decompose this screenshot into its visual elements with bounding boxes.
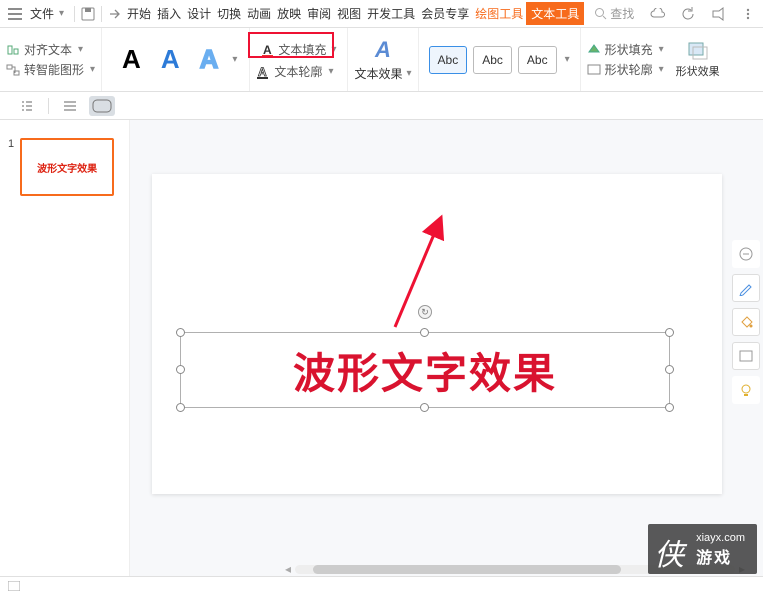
convert-smart-button[interactable]: 转智能图形 ▾ <box>6 61 95 78</box>
watermark-sub: 游戏 <box>696 544 745 568</box>
resize-handle-br[interactable] <box>665 403 674 412</box>
tab-dev[interactable]: 开发工具 <box>364 2 418 25</box>
list-view-icon[interactable] <box>57 96 83 116</box>
zoom-out-button[interactable] <box>732 240 760 268</box>
cloud-icon[interactable] <box>649 5 667 23</box>
tab-draw-tools[interactable]: 绘图工具 <box>472 2 526 25</box>
text-effect-button[interactable]: A 文本效果 ▾ <box>354 37 411 82</box>
text-effect-icon: A <box>375 37 391 63</box>
file-menu-label: 文件 <box>30 5 54 22</box>
shape-effect-button[interactable]: 形状效果 <box>676 41 720 79</box>
text-outline-button[interactable]: A 文本轮廓 ▾ <box>256 63 341 80</box>
resize-handle-tr[interactable] <box>665 328 674 337</box>
tab-slideshow[interactable]: 放映 <box>274 2 304 25</box>
status-icon <box>8 581 20 591</box>
slide[interactable]: 波形文字效果 ↻ <box>152 174 722 494</box>
resize-handle-mt[interactable] <box>420 328 429 337</box>
chevron-down-icon: ▾ <box>406 68 411 79</box>
search-placeholder: 查找 <box>610 5 634 22</box>
file-menu[interactable]: 文件 ▾ <box>24 3 70 24</box>
forward-icon[interactable] <box>106 5 124 23</box>
save-icon[interactable] <box>79 5 97 23</box>
chevron-down-icon: ▾ <box>659 44 664 55</box>
wordart-style-3[interactable]: A <box>192 40 227 79</box>
tab-insert[interactable]: 插入 <box>154 2 184 25</box>
shape-outline-button[interactable]: 形状轮廓 ▾ <box>587 61 664 78</box>
menu-icon[interactable] <box>6 5 24 23</box>
text-outline-label: 文本轮廓 <box>274 63 322 80</box>
shape-effect-icon <box>687 41 709 61</box>
slide-thumbnail-1[interactable]: 波形文字效果 <box>20 138 114 196</box>
wordart-text: 波形文字效果 <box>293 340 557 401</box>
separator <box>74 6 75 22</box>
tab-member[interactable]: 会员专享 <box>418 2 472 25</box>
align-text-button[interactable]: 对齐文本 ▾ <box>6 41 95 58</box>
tab-transition[interactable]: 切换 <box>214 2 244 25</box>
shape-style-3[interactable]: Abc <box>518 46 557 74</box>
shape-styles-more-icon[interactable]: ▾ <box>565 54 570 65</box>
shape-style-2[interactable]: Abc <box>473 46 512 74</box>
scroll-left-icon[interactable]: ◂ <box>285 562 291 576</box>
search-box[interactable]: 查找 <box>594 5 634 22</box>
resize-handle-mb[interactable] <box>420 403 429 412</box>
svg-text:A: A <box>258 65 267 79</box>
status-bar <box>0 576 763 594</box>
tab-view[interactable]: 视图 <box>334 2 364 25</box>
watermark: 侠 xiayx.com 游戏 <box>648 524 757 574</box>
chevron-down-icon: ▾ <box>90 64 95 75</box>
wordart-style-1[interactable]: A <box>114 40 149 79</box>
idea-button[interactable] <box>732 376 760 404</box>
more-icon[interactable] <box>739 5 757 23</box>
text-fill-label: 文本填充 <box>278 41 326 58</box>
pen-tool-button[interactable] <box>732 274 760 302</box>
convert-smart-label: 转智能图形 <box>24 61 84 78</box>
tab-start[interactable]: 开始 <box>124 2 154 25</box>
align-text-label: 对齐文本 <box>24 41 72 58</box>
shape-fill-button[interactable]: 形状填充 ▾ <box>587 41 664 58</box>
text-box[interactable]: 波形文字效果 ↻ <box>180 332 670 408</box>
watermark-domain: xiayx.com <box>696 532 745 544</box>
resize-handle-tl[interactable] <box>176 328 185 337</box>
text-fill-button[interactable]: A 文本填充 ▾ <box>256 39 341 60</box>
shape-fill-label: 形状填充 <box>605 41 653 58</box>
chevron-down-icon: ▾ <box>331 44 336 55</box>
chevron-down-icon: ▾ <box>59 8 64 19</box>
separator <box>48 98 49 114</box>
chevron-down-icon: ▾ <box>78 44 83 55</box>
styles-more-icon[interactable]: ▾ <box>232 54 237 65</box>
watermark-char: 侠 <box>654 530 684 574</box>
tab-animation[interactable]: 动画 <box>244 2 274 25</box>
slide-number: 1 <box>8 138 14 150</box>
refresh-icon[interactable] <box>679 5 697 23</box>
resize-handle-ml[interactable] <box>176 365 185 374</box>
shape-style-1[interactable]: Abc <box>429 46 468 74</box>
wordart-style-2[interactable]: A <box>153 40 188 79</box>
shape-outline-label: 形状轮廓 <box>605 61 653 78</box>
resize-handle-bl[interactable] <box>176 403 185 412</box>
chevron-down-icon: ▾ <box>328 66 333 77</box>
paint-bucket-button[interactable] <box>732 308 760 336</box>
tab-text-tools[interactable]: 文本工具 <box>526 2 584 25</box>
text-effect-label: 文本效果 <box>354 65 402 82</box>
svg-text:A: A <box>263 43 272 57</box>
slide-canvas[interactable]: 波形文字效果 ↻ ◂ <box>130 120 763 576</box>
chevron-down-icon: ▾ <box>659 64 664 75</box>
tab-design[interactable]: 设计 <box>184 2 214 25</box>
separator <box>101 6 102 22</box>
resize-handle-mr[interactable] <box>665 365 674 374</box>
share-icon[interactable] <box>709 5 727 23</box>
outline-view-icon[interactable] <box>14 96 40 116</box>
thumbnail-text: 波形文字效果 <box>37 160 97 175</box>
scrollbar-thumb[interactable] <box>313 565 621 574</box>
layout-button[interactable] <box>732 342 760 370</box>
thumbnail-view-icon[interactable] <box>89 96 115 116</box>
slide-thumbnail-panel: 1 波形文字效果 <box>0 120 130 576</box>
shape-effect-label: 形状效果 <box>676 63 720 79</box>
rotate-handle[interactable]: ↻ <box>418 305 432 319</box>
tab-review[interactable]: 审阅 <box>304 2 334 25</box>
